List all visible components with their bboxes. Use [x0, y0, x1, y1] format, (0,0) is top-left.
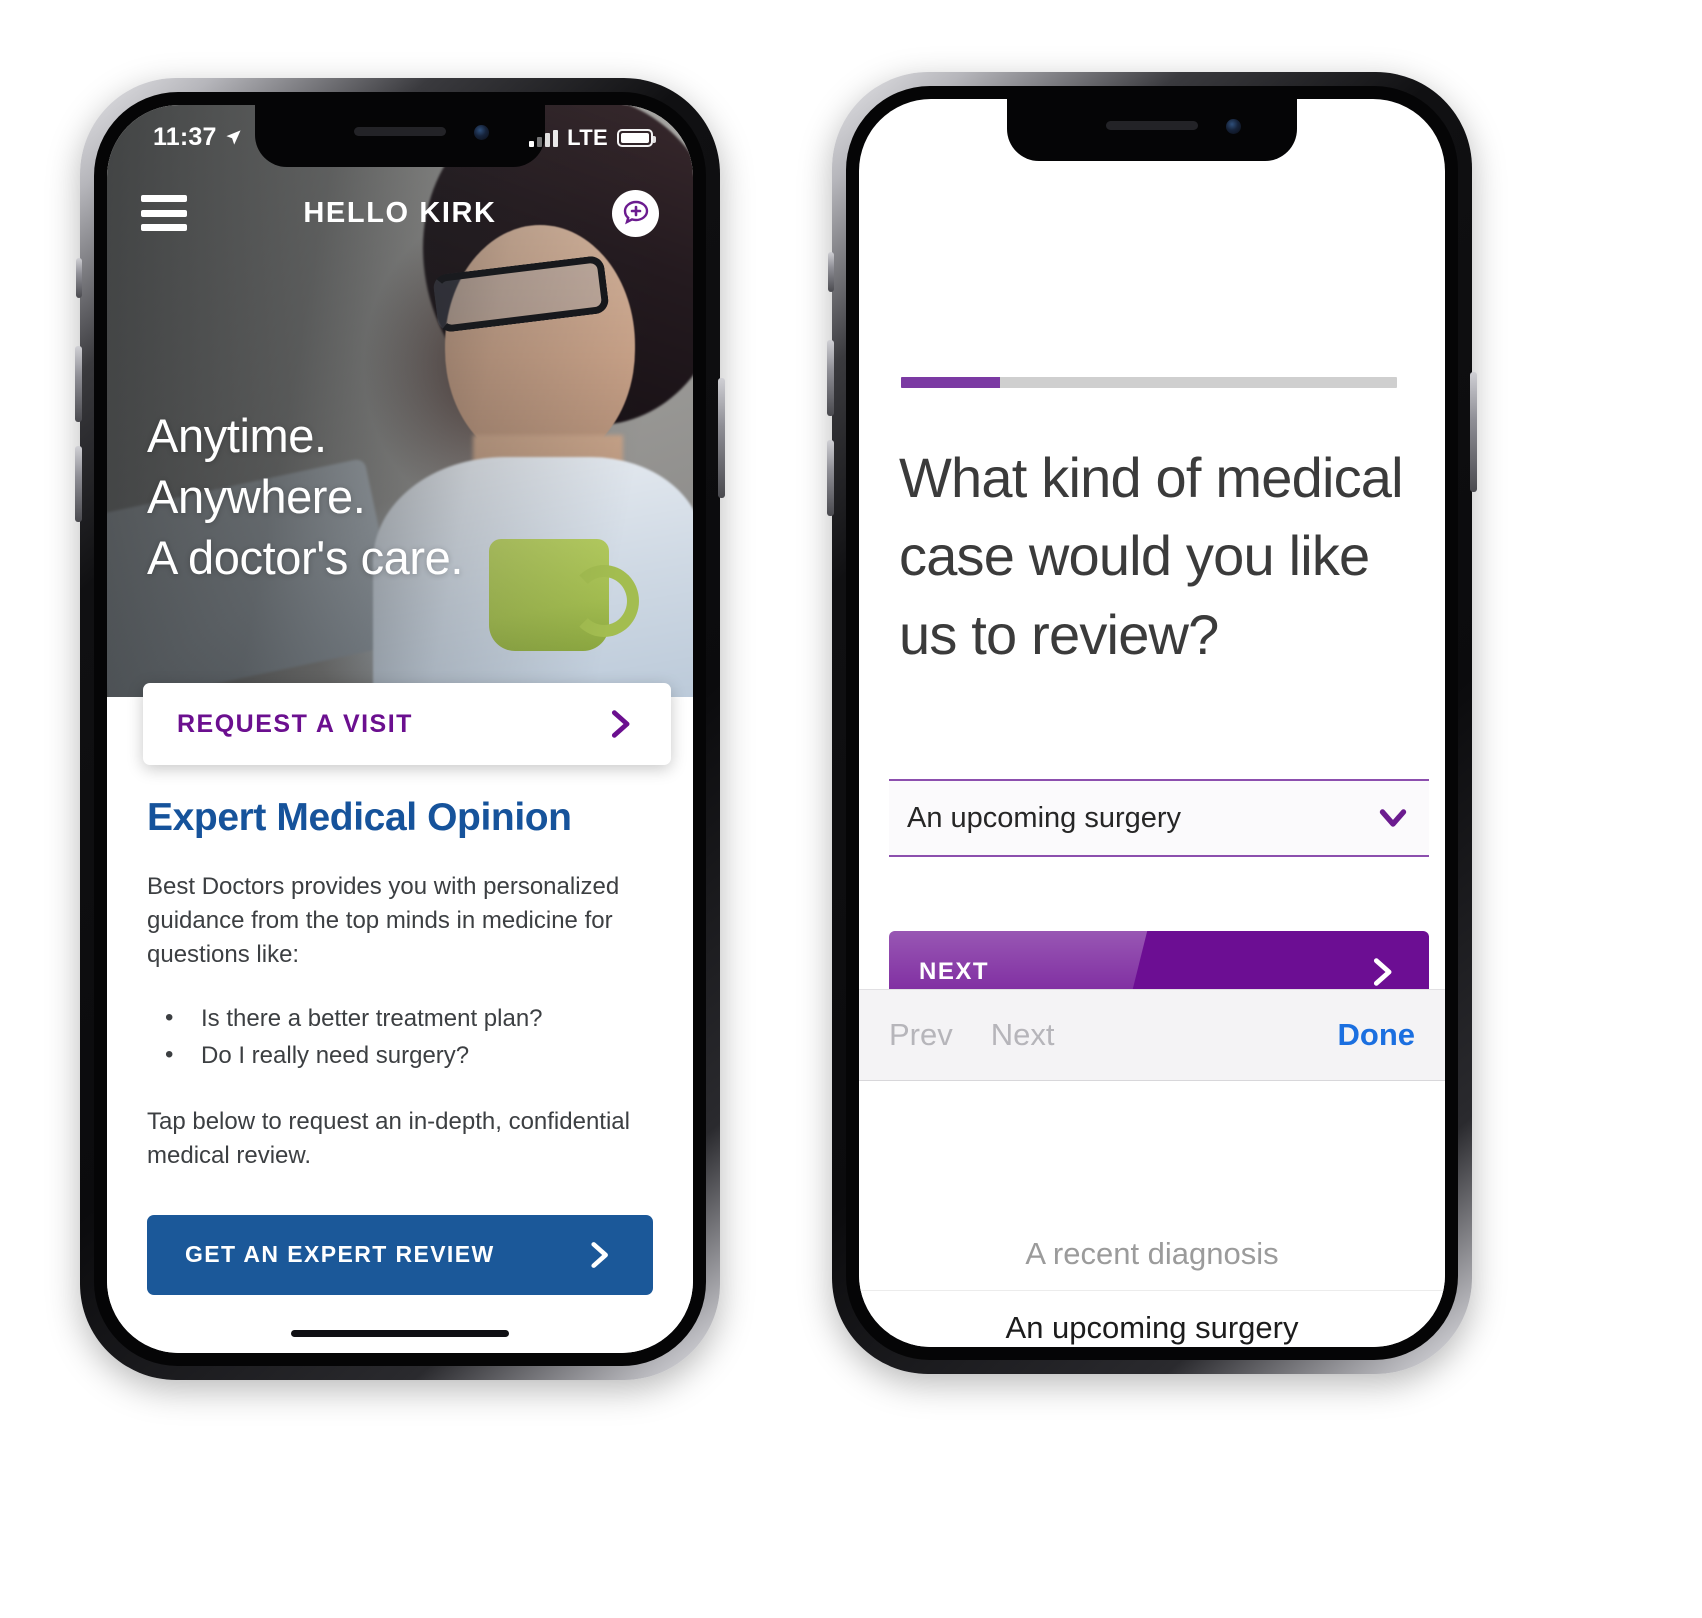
screenshot-canvas: 11:37 LTE HELLO KIRK Anytime. Anywhere. …: [0, 0, 1702, 1618]
picker-toolbar: Prev Next Done: [859, 989, 1445, 1081]
earpiece-speaker: [354, 127, 446, 136]
card-bullet-list: Is there a better treatment plan? Do I r…: [147, 999, 653, 1074]
request-a-visit-label: REQUEST A VISIT: [177, 709, 413, 738]
app-bar-title: HELLO KIRK: [303, 196, 497, 229]
question-text: What kind of medical case would you like…: [899, 446, 1404, 666]
chevron-right-icon: [583, 1239, 615, 1271]
home-indicator[interactable]: [291, 1330, 509, 1337]
picker-next-button[interactable]: Next: [991, 1017, 1055, 1053]
device-notch: [1007, 99, 1297, 161]
app-bar: HELLO KIRK: [107, 167, 693, 259]
hero-headline: Anytime. Anywhere. A doctor's care.: [147, 405, 463, 588]
hero-headline-line-2: Anywhere.: [147, 470, 366, 524]
case-type-select[interactable]: An upcoming surgery: [889, 779, 1429, 857]
questionnaire-progress-fill: [901, 377, 1001, 388]
earpiece-speaker: [1106, 121, 1198, 130]
list-item: Is there a better treatment plan?: [147, 999, 653, 1037]
silent-switch[interactable]: [76, 258, 82, 298]
app-screen-home: 11:37 LTE HELLO KIRK Anytime. Anywhere. …: [107, 105, 693, 1353]
phone-device-right: What kind of medical case would you like…: [827, 72, 1477, 1374]
case-type-selected-value: An upcoming surgery: [907, 801, 1182, 834]
front-camera: [474, 125, 489, 140]
hero-headline-line-1: Anytime.: [147, 409, 327, 462]
power-button[interactable]: [718, 378, 725, 498]
phone-device-left: 11:37 LTE HELLO KIRK Anytime. Anywhere. …: [75, 78, 725, 1380]
phone-bezel-right: What kind of medical case would you like…: [846, 86, 1458, 1360]
phone-bezel-left: 11:37 LTE HELLO KIRK Anytime. Anywhere. …: [94, 92, 706, 1366]
next-button-label: NEXT: [919, 958, 990, 985]
picker-option[interactable]: A recent diagnosis: [859, 1217, 1445, 1291]
card-body-text-2: Tap below to request an in-depth, confid…: [147, 1107, 630, 1169]
hero-headline-line-3: A doctor's care.: [147, 531, 464, 585]
picker-done-button[interactable]: Done: [1338, 1017, 1416, 1053]
chevron-right-icon: [1365, 955, 1399, 989]
questionnaire-progress-bar: [901, 377, 1397, 388]
volume-up-button[interactable]: [75, 346, 82, 422]
app-screen-questionnaire: What kind of medical case would you like…: [859, 99, 1445, 1347]
power-button[interactable]: [1470, 372, 1477, 492]
picker-wheel-spacer: [859, 1081, 1445, 1217]
picker-prev-button[interactable]: Prev: [889, 1017, 953, 1053]
volume-up-button[interactable]: [827, 340, 834, 416]
chevron-down-icon: [1375, 800, 1411, 836]
volume-down-button[interactable]: [827, 440, 834, 516]
get-an-expert-review-button[interactable]: GET AN EXPERT REVIEW: [147, 1214, 653, 1295]
silent-switch[interactable]: [828, 252, 834, 292]
expert-medical-opinion-card: Expert Medical Opinion Best Doctors prov…: [107, 697, 693, 1353]
chevron-right-icon: [603, 707, 637, 741]
picker-wheel[interactable]: A recent diagnosis An upcoming surgery A…: [859, 1081, 1445, 1347]
device-notch: [255, 105, 545, 167]
front-camera: [1226, 119, 1241, 134]
volume-down-button[interactable]: [75, 446, 82, 522]
card-title: Expert Medical Opinion: [147, 796, 572, 839]
request-a-visit-button[interactable]: REQUEST A VISIT: [143, 683, 671, 765]
card-body-text: Best Doctors provides you with personali…: [147, 873, 620, 969]
list-item: Do I really need surgery?: [147, 1036, 653, 1074]
picker-option-selected[interactable]: An upcoming surgery: [859, 1291, 1445, 1347]
chat-bubble-plus-icon[interactable]: [612, 189, 659, 237]
get-an-expert-review-label: GET AN EXPERT REVIEW: [185, 1241, 495, 1268]
